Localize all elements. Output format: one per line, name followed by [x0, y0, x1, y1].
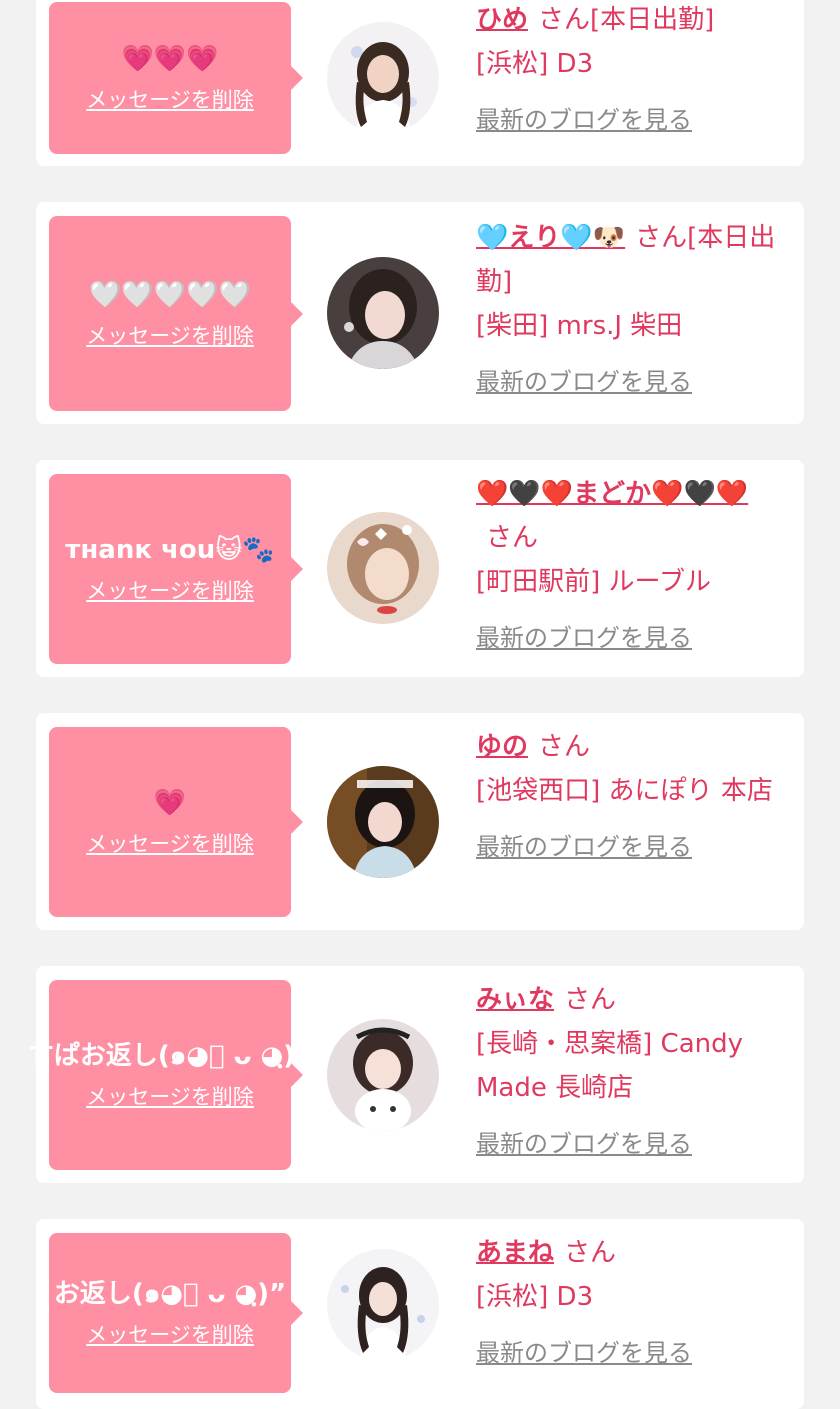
message-text: 💗: [153, 788, 187, 818]
honorific: さん: [486, 523, 539, 553]
girl-name-link[interactable]: あまね: [476, 1238, 554, 1268]
girl-info: ひめ さん[本日出勤] [浜松] D3 最新のブログを見る: [476, 0, 776, 142]
girl-name-link[interactable]: 🩵えり🩵🐶: [476, 223, 625, 253]
message-text: お返し(๑◕ฺ ᴗ ◕ฺ)”: [53, 1279, 287, 1309]
message-text: тнаnк чou😺🐾: [65, 535, 275, 565]
delete-message-link[interactable]: メッセージを削除: [86, 320, 254, 350]
girl-info: あまね さん [浜松] D3 最新のブログを見る: [476, 1231, 776, 1375]
message-bubble: 💗💗💗 メッセージを削除: [49, 2, 303, 154]
message-card: お返し(๑◕ฺ ᴗ ◕ฺ)” メッセージを削除 あまね さん [浜松] D3 最新…: [36, 1219, 804, 1409]
latest-blog-link[interactable]: 最新のブログを見る: [476, 1331, 692, 1375]
message-text: 🤍🤍🤍🤍🤍: [89, 279, 251, 310]
honorific: さん: [538, 5, 591, 35]
girl-info: ❤️🖤❤️まどか❤️🖤❤️ さん [町田駅前] ルーブル 最新のブログを見る: [476, 472, 776, 660]
shop-label: [長崎・思案橋] Candy Made 長崎店: [476, 1029, 744, 1103]
honorific: さん: [635, 223, 688, 253]
name-line: ひめ さん[本日出勤]: [476, 0, 776, 42]
delete-message-link[interactable]: メッセージを削除: [86, 828, 254, 858]
message-text: すぱお返し(๑◕ฺ ᴗ ◕ฺ)”: [27, 1041, 313, 1071]
message-bubble: тнаnк чou😺🐾 メッセージを削除: [49, 474, 303, 664]
shop-label: [浜松] D3: [476, 1282, 594, 1312]
latest-blog-link[interactable]: 最新のブログを見る: [476, 825, 692, 869]
girl-info: 🩵えり🩵🐶 さん[本日出勤] [柴田] mrs.J 柴田 最新のブログを見る: [476, 216, 776, 404]
message-card: すぱお返し(๑◕ฺ ᴗ ◕ฺ)” メッセージを削除 みぃな さん [長崎・思案橋]…: [28, 966, 804, 1183]
girl-name-link[interactable]: ひめ: [476, 5, 528, 35]
name-line: みぃな さん: [476, 978, 776, 1022]
delete-message-link[interactable]: メッセージを削除: [86, 1081, 254, 1111]
avatar[interactable]: [327, 1249, 439, 1361]
latest-blog-link[interactable]: 最新のブログを見る: [476, 98, 692, 142]
delete-message-link[interactable]: メッセージを削除: [86, 1319, 254, 1349]
girl-info: ゆの さん [池袋西口] あにぽり 本店 最新のブログを見る: [476, 725, 776, 869]
girl-name-link[interactable]: ❤️🖤❤️まどか❤️🖤❤️: [476, 479, 748, 509]
message-text: 💗💗💗: [121, 44, 219, 74]
message-card: тнаnк чou😺🐾 メッセージを削除 ❤️🖤❤️まどか❤️🖤❤️ さん [町田…: [36, 460, 804, 677]
shop-label: [町田駅前] ルーブル: [476, 567, 711, 597]
delete-message-link[interactable]: メッセージを削除: [86, 575, 254, 605]
girl-info: みぃな さん [長崎・思案橋] Candy Made 長崎店 最新のブログを見る: [476, 978, 776, 1166]
avatar[interactable]: [327, 766, 439, 878]
shop-label: [柴田] mrs.J 柴田: [476, 311, 683, 341]
honorific: さん: [564, 1238, 617, 1268]
message-bubble: 🤍🤍🤍🤍🤍 メッセージを削除: [49, 216, 303, 411]
avatar[interactable]: [327, 512, 439, 624]
delete-message-link[interactable]: メッセージを削除: [86, 84, 254, 114]
status-label: [本日出勤]: [590, 5, 715, 35]
name-line: ゆの さん: [476, 725, 776, 769]
girl-name-link[interactable]: みぃな: [476, 985, 554, 1015]
honorific: さん: [564, 985, 617, 1015]
name-line: あまね さん: [476, 1231, 776, 1275]
message-card: 💗 メッセージを削除 ゆの さん [池袋西口] あにぽり 本店 最新のブログを見る: [36, 713, 804, 930]
message-bubble: すぱお返し(๑◕ฺ ᴗ ◕ฺ)” メッセージを削除: [28, 980, 312, 1170]
shop-label: [池袋西口] あにぽり 本店: [476, 776, 773, 806]
latest-blog-link[interactable]: 最新のブログを見る: [476, 1122, 692, 1166]
avatar[interactable]: [327, 1019, 439, 1131]
message-bubble: お返し(๑◕ฺ ᴗ ◕ฺ)” メッセージを削除: [49, 1233, 303, 1393]
message-bubble: 💗 メッセージを削除: [49, 727, 303, 917]
shop-label: [浜松] D3: [476, 49, 594, 79]
girl-name-link[interactable]: ゆの: [476, 732, 528, 762]
avatar[interactable]: [327, 22, 439, 134]
honorific: さん: [538, 732, 591, 762]
message-card: 💗💗💗 メッセージを削除 ひめ さん[本日出勤] [浜松] D3 最新のブログを見…: [36, 0, 804, 166]
latest-blog-link[interactable]: 最新のブログを見る: [476, 616, 692, 660]
message-card: 🤍🤍🤍🤍🤍 メッセージを削除 🩵えり🩵🐶 さん[本日出勤] [柴田] mrs.J …: [36, 202, 804, 424]
avatar[interactable]: [327, 257, 439, 369]
name-line: ❤️🖤❤️まどか❤️🖤❤️ さん: [476, 472, 776, 560]
name-line: 🩵えり🩵🐶 さん[本日出勤]: [476, 216, 776, 304]
latest-blog-link[interactable]: 最新のブログを見る: [476, 360, 692, 404]
